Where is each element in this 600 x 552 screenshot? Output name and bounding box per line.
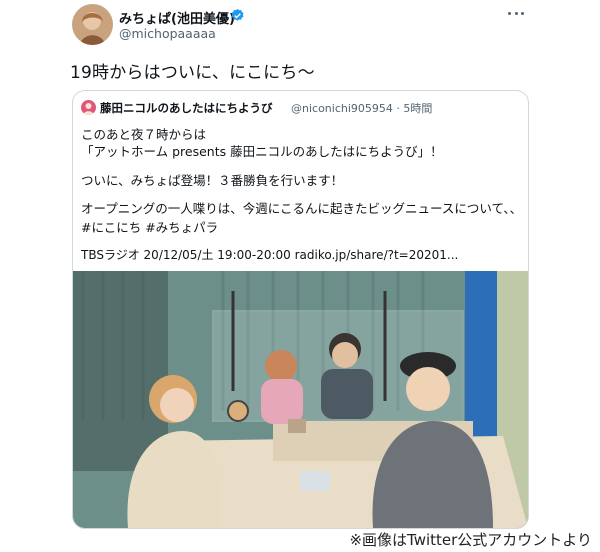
quoted-author-name[interactable]: 藤田ニコルのあしたはにちようび <box>100 100 273 116</box>
studio-photo-image <box>73 271 528 528</box>
quoted-author-handle-time[interactable]: @niconichi905954 · 5時間 <box>291 100 432 116</box>
tweet-card[interactable]: みちょぱ(池田美優) @michopaaaaa 19時からはついに、にこにち〜 … <box>62 0 536 529</box>
quoted-hashtags[interactable]: #にこにち #みちょパラ <box>81 217 218 236</box>
quoted-tweet[interactable]: 藤田ニコルのあしたはにちようび @niconichi905954 · 5時間 こ… <box>72 90 529 529</box>
verified-badge-icon <box>231 8 244 21</box>
author-name[interactable]: みちょぱ(池田美優) <box>119 8 235 27</box>
more-options-icon[interactable] <box>508 12 524 16</box>
author-avatar[interactable] <box>72 4 113 45</box>
quoted-avatar-icon <box>81 100 96 115</box>
avatar-photo-icon <box>72 4 113 45</box>
quoted-text-line: 「アットホーム presents 藤田ニコルのあしたはにちようび」！ <box>81 144 443 159</box>
quoted-text-line: ついに、みちょぱ登場！３番勝負を行います！ <box>81 173 344 188</box>
quoted-author-avatar[interactable] <box>81 100 96 115</box>
tweet-text: 19時からはついに、にこにち〜 <box>70 63 315 83</box>
studio-photo[interactable] <box>73 271 528 528</box>
quoted-text-line: オープニングの一人喋りは、今週にこるんに起きたビッグニュースについて、、 <box>81 201 523 216</box>
author-handle[interactable]: @michopaaaaa <box>119 26 216 41</box>
quoted-radiko-line[interactable]: TBSラジオ 20/12/05/土 19:00-20:00 radiko.jp/… <box>81 246 458 263</box>
image-source-caption: ※画像はTwitter公式アカウントより <box>349 531 592 549</box>
